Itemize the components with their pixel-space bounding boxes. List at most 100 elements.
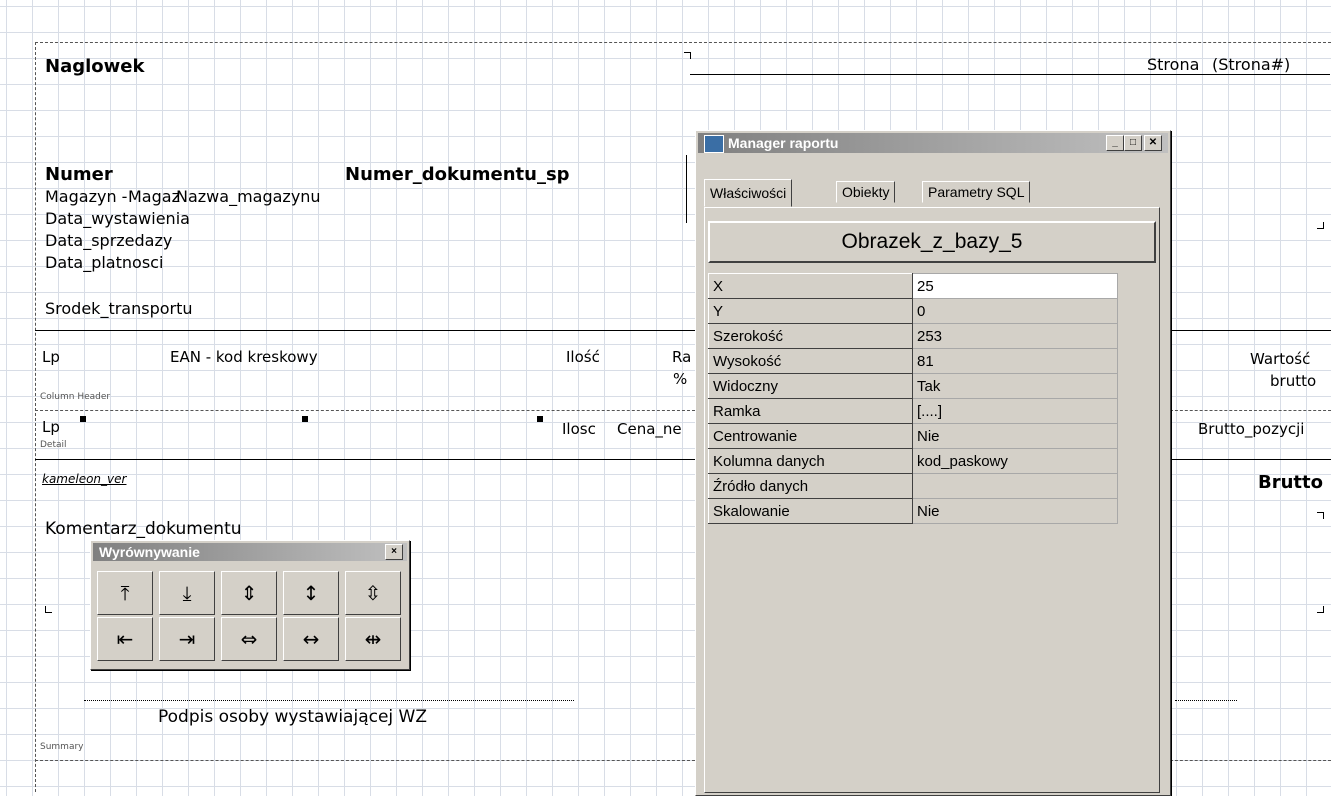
align-right-button[interactable]: ⇥ — [159, 617, 215, 661]
property-name[interactable]: Szerokość — [708, 323, 913, 349]
podpis-label[interactable]: Podpis osoby wystawiającej WZ — [158, 708, 427, 726]
property-row[interactable]: Skalowanie Nie — [708, 498, 1118, 524]
detail-brutto-pozycji[interactable]: Brutto_pozycji — [1198, 420, 1304, 438]
toolbox-titlebar[interactable]: Wyrównywanie × — [93, 543, 407, 561]
nazwa-magazynu-field[interactable]: Nazwa_magazynu — [176, 188, 321, 206]
object-name-header: Obrazek_z_bazy_5 — [708, 221, 1156, 263]
kameleon-version[interactable]: kameleon_ver — [42, 470, 126, 488]
property-row[interactable]: Widoczny Tak — [708, 373, 1118, 399]
minimize-button[interactable]: _ — [1106, 135, 1124, 151]
property-name[interactable]: Wysokość — [708, 348, 913, 374]
property-row[interactable]: Centrowanie Nie — [708, 423, 1118, 449]
property-row[interactable]: Ramka [....] — [708, 398, 1118, 424]
maximize-button[interactable]: □ — [1124, 135, 1142, 151]
space-vert-button[interactable]: ⇳ — [345, 571, 401, 615]
property-name[interactable]: X — [708, 273, 913, 299]
property-name[interactable]: Y — [708, 298, 913, 324]
tab-obiekty[interactable]: Obiekty — [836, 181, 896, 203]
report-manager-titlebar[interactable]: Manager raportu _ □ ✕ — [698, 133, 1168, 153]
signature-line-right — [1175, 700, 1237, 701]
property-name[interactable]: Centrowanie — [708, 423, 913, 449]
property-row[interactable]: Kolumna danych kod_paskowy — [708, 448, 1118, 474]
property-name[interactable]: Źródło danych — [708, 473, 913, 499]
report-manager-window[interactable]: Manager raportu _ □ ✕ Właściwości Obiekt… — [695, 130, 1171, 796]
property-value[interactable] — [912, 473, 1118, 499]
property-name[interactable]: Skalowanie — [708, 498, 913, 524]
toolbox-close-button[interactable]: × — [385, 544, 403, 560]
window-title: Manager raportu — [728, 135, 839, 151]
property-grid[interactable]: X 25 Y 0 Szerokość 253 Wysokość 81 Widoczny Tak Ra… — [708, 273, 1118, 524]
same-width-button[interactable]: ↔ — [283, 617, 339, 661]
column-header-band-label[interactable]: Column Header — [40, 392, 110, 402]
property-value[interactable]: Tak — [912, 373, 1118, 399]
align-left-button[interactable]: ⇤ — [97, 617, 153, 661]
data-wystawienia-field[interactable]: Data_wystawienia — [45, 210, 190, 228]
align-top-icon: ⤒ — [120, 581, 130, 605]
selection-handle[interactable] — [80, 416, 86, 422]
property-value[interactable]: kod_paskowy — [912, 448, 1118, 474]
column-wartosc[interactable]: Wartość — [1250, 350, 1310, 368]
column-rabat[interactable]: Ra — [672, 348, 691, 366]
column-brutto[interactable]: brutto — [1270, 372, 1316, 390]
align-bottom-icon: ⤓ — [182, 581, 192, 605]
tab-wlasciwosci[interactable]: Właściwości — [704, 179, 793, 207]
property-value[interactable]: Nie — [912, 498, 1118, 524]
same-width-icon: ↔ — [302, 627, 320, 651]
page-number-field[interactable]: (Strona#) — [1212, 56, 1290, 74]
column-header-top-line-right — [1170, 330, 1331, 331]
property-row[interactable]: Źródło danych — [708, 473, 1118, 499]
property-value[interactable]: Nie — [912, 423, 1118, 449]
brutto-total[interactable]: Brutto — [1258, 474, 1323, 492]
magaz-field[interactable]: Magaz — [128, 188, 180, 206]
data-sprzedazy-field[interactable]: Data_sprzedazy — [45, 232, 172, 250]
close-button[interactable]: ✕ — [1144, 135, 1162, 151]
page-label[interactable]: Strona — [1147, 56, 1199, 74]
align-hcenter-icon: ⇔ — [240, 627, 258, 651]
same-height-button[interactable]: ↕ — [283, 571, 339, 615]
property-value[interactable]: [....] — [912, 398, 1118, 424]
summary-band-label[interactable]: Summary — [40, 742, 84, 752]
property-row[interactable]: Szerokość 253 — [708, 323, 1118, 349]
magazyn-label[interactable]: Magazyn - — [45, 188, 127, 206]
summary-bottom-line — [35, 760, 695, 761]
property-value[interactable]: 0 — [912, 298, 1118, 324]
column-header-top-line — [35, 330, 695, 331]
tab-parametry-sql[interactable]: Parametry SQL — [922, 181, 1031, 203]
detail-band-label[interactable]: Detail — [40, 440, 67, 450]
srodek-transportu-field[interactable]: Srodek_transportu — [45, 300, 193, 318]
property-value[interactable]: 25 — [912, 273, 1118, 299]
property-value[interactable]: 81 — [912, 348, 1118, 374]
column-ean[interactable]: EAN - kod kreskowy — [170, 348, 318, 366]
property-name[interactable]: Ramka — [708, 398, 913, 424]
property-name[interactable]: Kolumna danych — [708, 448, 913, 474]
numer-label[interactable]: Numer — [45, 166, 113, 184]
selection-handle[interactable] — [302, 416, 308, 422]
data-platnosci-field[interactable]: Data_platnosci — [45, 254, 163, 272]
detail-bottom-line — [35, 459, 695, 460]
space-horz-button[interactable]: ⇹ — [345, 617, 401, 661]
property-row[interactable]: Y0 — [708, 298, 1118, 324]
column-ilosc[interactable]: Ilość — [566, 348, 600, 366]
property-row[interactable]: X 25 — [708, 273, 1118, 299]
align-right-icon: ⇥ — [178, 627, 196, 651]
komentarz-field[interactable]: Komentarz_dokumentu — [45, 520, 242, 538]
selection-handle[interactable] — [537, 416, 543, 422]
align-vcenter-button[interactable]: ⇕ — [221, 571, 277, 615]
numer-dokumentu-field[interactable]: Numer_dokumentu_sp — [345, 166, 570, 184]
align-vcenter-icon: ⇕ — [240, 581, 258, 605]
corner-marker — [1317, 222, 1324, 229]
align-hcenter-button[interactable]: ⇔ — [221, 617, 277, 661]
column-lp[interactable]: Lp — [42, 348, 60, 366]
detail-ilosc[interactable]: Ilosc — [562, 420, 596, 438]
detail-cena[interactable]: Cena_ne — [617, 420, 682, 438]
property-row[interactable]: Wysokość 81 — [708, 348, 1118, 374]
app-icon — [704, 135, 724, 153]
header-band-title[interactable]: Naglowek — [45, 58, 144, 76]
column-percent[interactable]: % — [673, 370, 687, 388]
alignment-toolbox[interactable]: Wyrównywanie × ⤒ ⤓ ⇕ ↕ ⇳ ⇤ ⇥ ⇔ ↔ ⇹ — [90, 540, 410, 670]
align-top-button[interactable]: ⤒ — [97, 571, 153, 615]
property-name[interactable]: Widoczny — [708, 373, 913, 399]
property-value[interactable]: 253 — [912, 323, 1118, 349]
align-bottom-button[interactable]: ⤓ — [159, 571, 215, 615]
detail-lp[interactable]: Lp — [42, 418, 60, 436]
